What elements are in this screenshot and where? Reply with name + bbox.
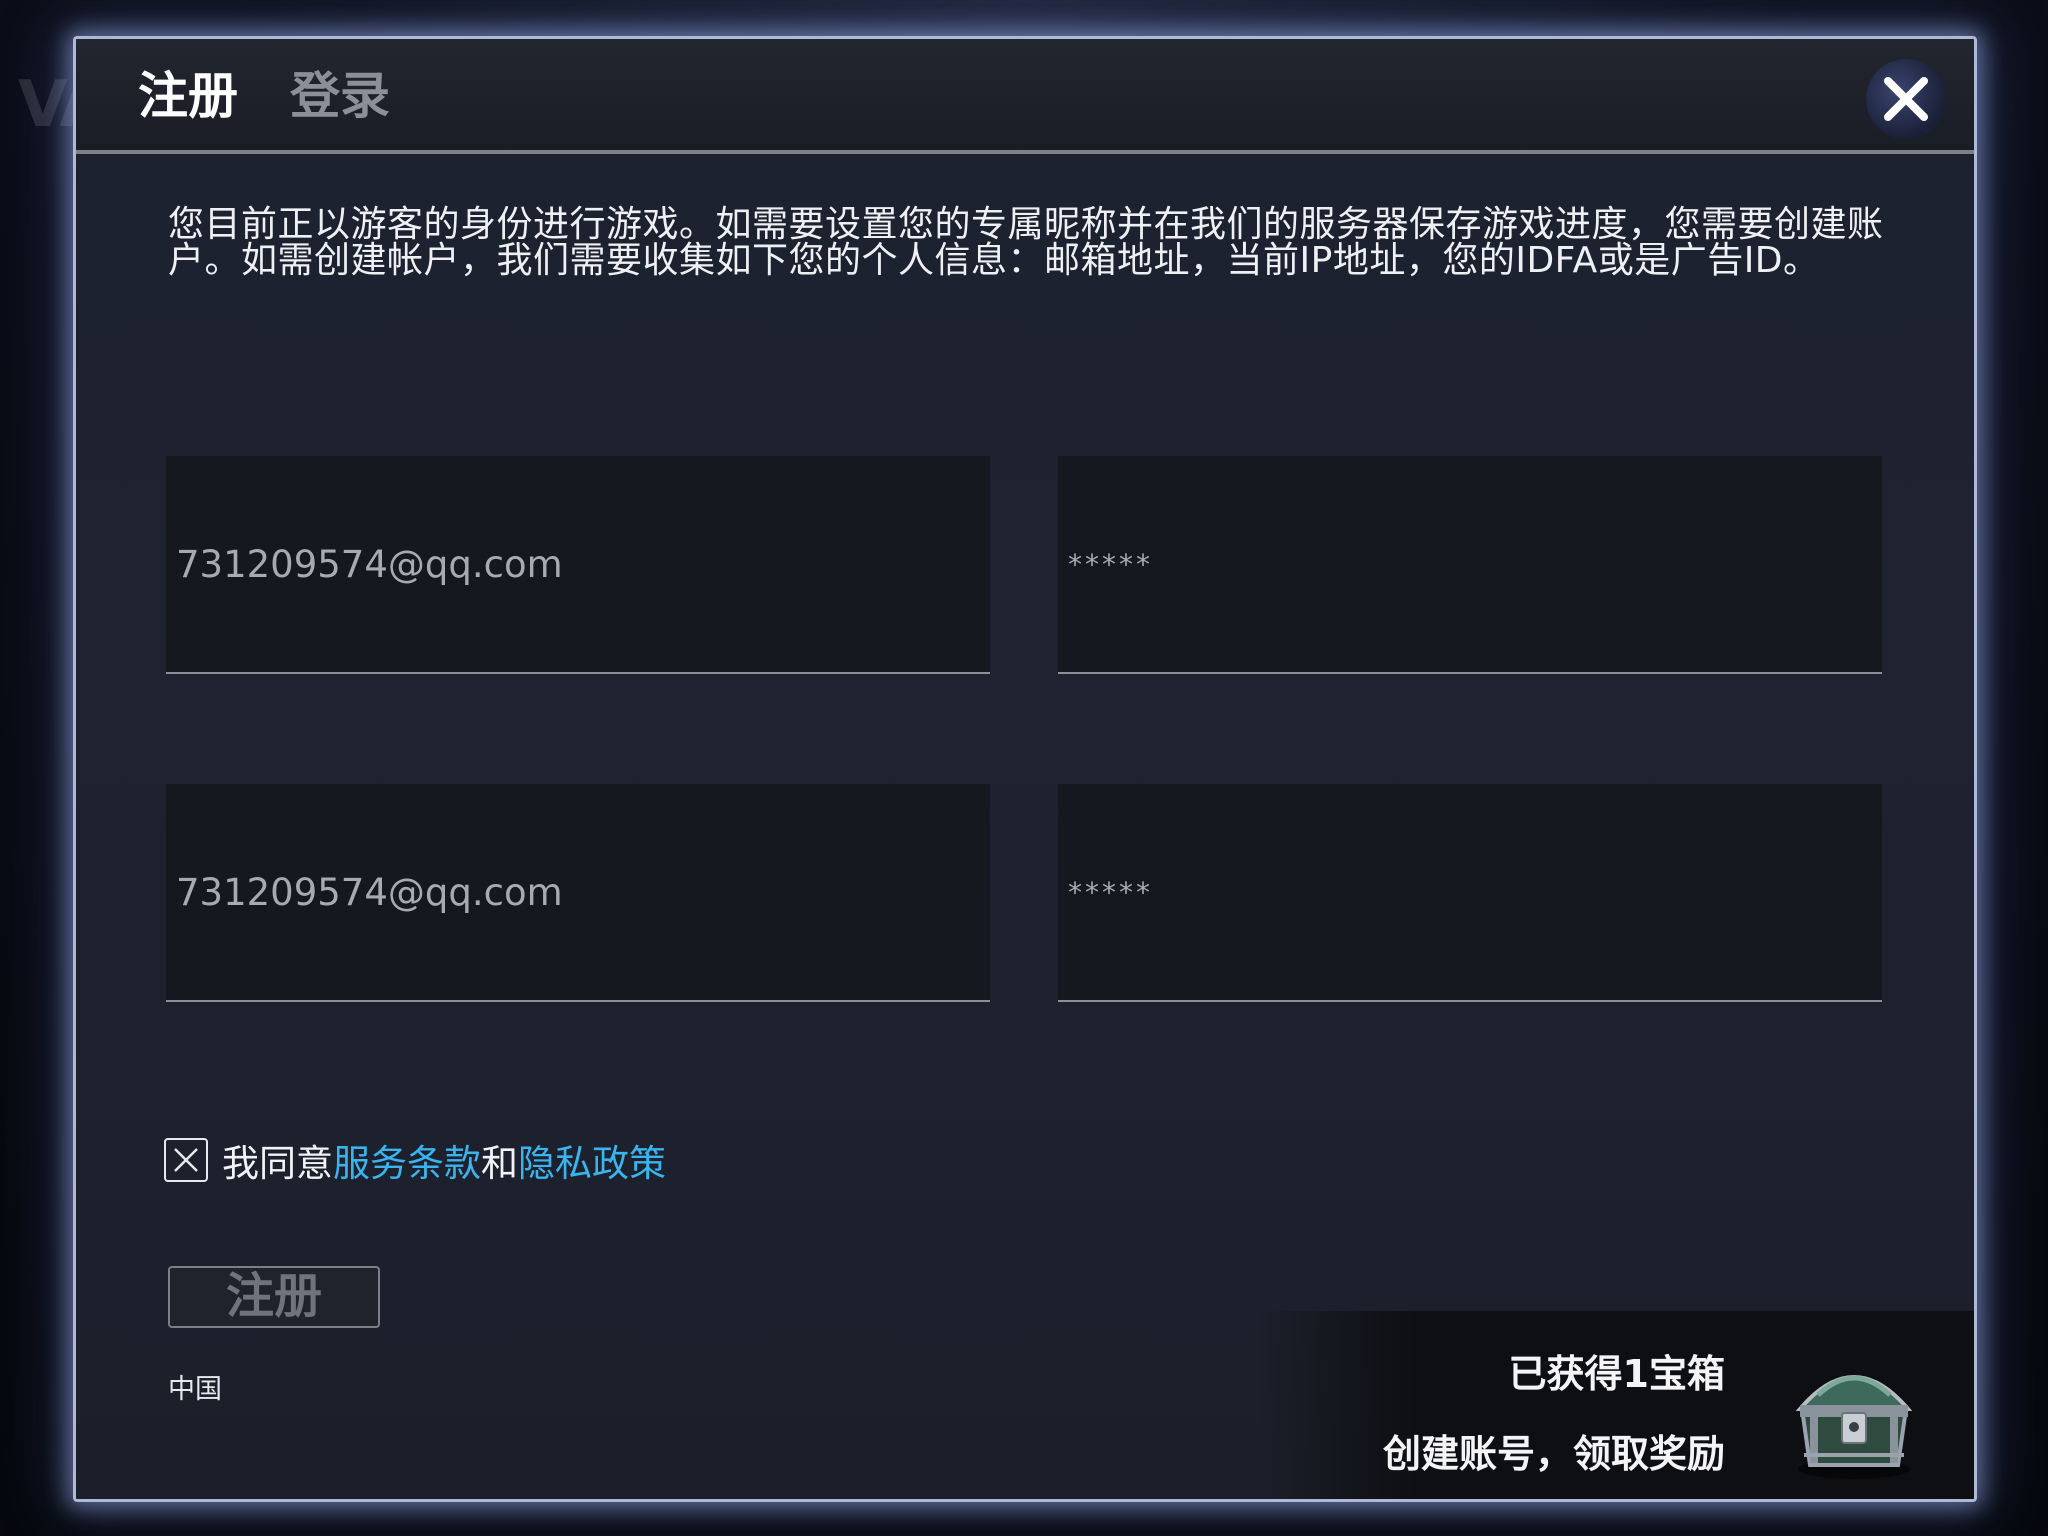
password-field[interactable] [1058, 456, 1882, 674]
intro-text: 您目前正以游客的身份进行游戏。如需要设置您的专属昵称并在我们的服务器保存游戏进度… [168, 204, 1884, 281]
tab-register[interactable]: 注册 [138, 61, 238, 131]
password-input[interactable] [1058, 456, 1882, 672]
reward-banner: 已获得1宝箱 创建账号，领取奖励 [1256, 1311, 1974, 1499]
close-button[interactable] [1866, 59, 1946, 139]
privacy-link[interactable]: 隐私政策 [518, 1133, 666, 1187]
agreement-row: 我同意 服务条款 和 隐私政策 [164, 1135, 666, 1185]
confirm-password-field[interactable] [1058, 784, 1882, 1002]
treasure-chest-icon [1795, 1375, 1913, 1479]
region-label[interactable]: 中国 [168, 1367, 222, 1406]
confirm-email-field[interactable] [166, 784, 990, 1002]
email-field[interactable] [166, 456, 990, 674]
email-input[interactable] [166, 456, 990, 672]
terms-link[interactable]: 服务条款 [333, 1133, 481, 1187]
confirm-password-input[interactable] [1058, 784, 1882, 1000]
register-dialog: 注册 登录 您目前正以游客的身份进行游戏。如需要设置您的专属昵称并在我们的服务器… [73, 36, 1977, 1502]
reward-title: 已获得1宝箱 [1508, 1352, 1725, 1396]
checkbox-x-icon [174, 1148, 198, 1172]
close-icon [1884, 77, 1928, 121]
tab-login[interactable]: 登录 [290, 61, 390, 131]
dialog-header: 注册 登录 [76, 39, 1974, 154]
agree-conjunction: 和 [481, 1142, 518, 1185]
agree-checkbox[interactable] [164, 1138, 208, 1182]
reward-subtitle: 创建账号，领取奖励 [1382, 1432, 1725, 1476]
register-button[interactable]: 注册 [168, 1266, 380, 1328]
agree-prefix: 我同意 [222, 1142, 333, 1185]
confirm-email-input[interactable] [166, 784, 990, 1000]
